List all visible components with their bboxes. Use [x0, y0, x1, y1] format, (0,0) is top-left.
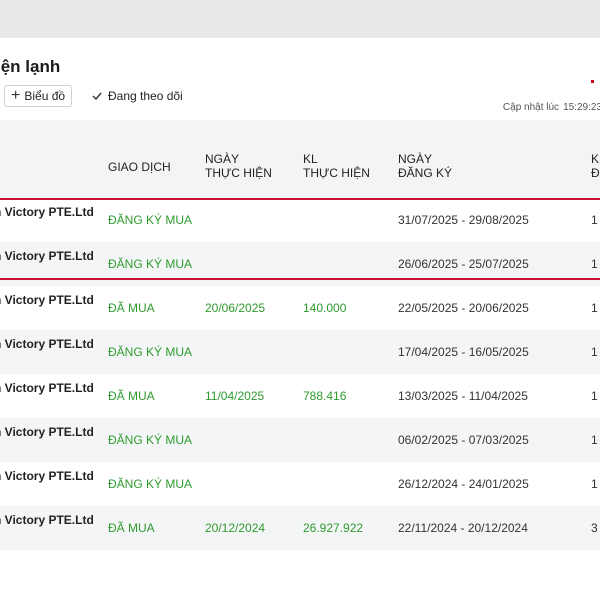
- registration-period: 26/12/2024 - 24/01/2025: [398, 477, 529, 491]
- transaction-type: ĐÃ MUA: [108, 521, 155, 535]
- shareholder-name: n Victory PTE.Ltd: [0, 469, 94, 483]
- transaction-type: ĐĂNG KÝ MUA: [108, 345, 193, 359]
- column-header-date[interactable]: NGÀY THỰC HIỆN: [205, 152, 272, 180]
- column-header-date-line2: THỰC HIỆN: [205, 166, 272, 180]
- column-header-qty-line1: KL: [303, 152, 318, 166]
- transaction-type: ĐĂNG KÝ MUA: [108, 213, 193, 227]
- column-header-last[interactable]: K Đ: [591, 152, 600, 180]
- following-label: Đang theo dõi: [108, 89, 183, 103]
- column-header-qty[interactable]: KL THỰC HIỆN: [303, 152, 370, 180]
- registration-period: 22/05/2025 - 20/06/2025: [398, 301, 529, 315]
- registration-period: 06/02/2025 - 07/03/2025: [398, 433, 529, 447]
- execution-date: 20/06/2025: [205, 301, 266, 315]
- execution-date: 11/04/2025: [205, 389, 265, 403]
- column-header-qty-line2: THỰC HIỆN: [303, 166, 370, 180]
- column-header-date-line1: NGÀY: [205, 152, 240, 166]
- executed-quantity: 788.416: [303, 389, 347, 403]
- truncated-cell: 1: [591, 345, 598, 359]
- truncated-cell: 1: [591, 389, 598, 403]
- check-icon: [92, 89, 102, 103]
- table-row[interactable]: n Victory PTE.Ltd ĐÃ MUA 20/12/2024 26.927.…: [0, 506, 600, 550]
- column-header-type[interactable]: GIAO DỊCH: [108, 160, 171, 174]
- shareholder-name: n Victory PTE.Ltd: [0, 425, 94, 439]
- column-header-last-line2: Đ: [591, 166, 600, 180]
- registration-period: 17/04/2025 - 16/05/2025: [398, 345, 529, 359]
- table-header: GIAO DỊCH NGÀY THỰC HIỆN KL THỰC HIỆN NG…: [0, 120, 600, 198]
- shareholder-name: n Victory PTE.Ltd: [0, 293, 94, 307]
- registration-period: 31/07/2025 - 29/08/2025: [398, 213, 529, 227]
- transaction-type: ĐÃ MUA: [108, 301, 155, 315]
- registration-period: 22/11/2024 - 20/12/2024: [398, 521, 528, 535]
- truncated-cell: 1: [591, 301, 598, 315]
- executed-quantity: 140.000: [303, 301, 347, 315]
- notification-dot: [591, 80, 594, 83]
- transaction-type: ĐĂNG KÝ MUA: [108, 477, 193, 491]
- truncated-cell: 1: [591, 213, 598, 227]
- column-header-registration[interactable]: NGÀY ĐĂNG KÝ: [398, 152, 452, 180]
- truncated-cell: 1: [591, 257, 598, 271]
- column-header-type-label: GIAO DỊCH: [108, 160, 171, 174]
- truncated-cell: 3: [591, 521, 598, 535]
- updated-time: 15:29:23: [563, 102, 600, 113]
- shareholder-name: n Victory PTE.Ltd: [0, 205, 94, 219]
- column-header-reg-line2: ĐĂNG KÝ: [398, 166, 453, 180]
- transaction-type: ĐÃ MUA: [108, 389, 155, 403]
- transaction-type: ĐĂNG KÝ MUA: [108, 257, 193, 271]
- shareholder-name: n Victory PTE.Ltd: [0, 337, 94, 351]
- column-header-reg-line1: NGÀY: [398, 152, 433, 166]
- executed-quantity: 26.927.922: [303, 521, 364, 535]
- execution-date: 20/12/2024: [205, 521, 266, 535]
- updated-label: Cập nhật lúc: [502, 102, 560, 113]
- shareholder-name: n Victory PTE.Ltd: [0, 513, 94, 527]
- transaction-type: ĐĂNG KÝ MUA: [108, 433, 193, 447]
- page-title: iện lạnh: [0, 57, 61, 76]
- plus-icon: +: [11, 87, 21, 104]
- updated-timestamp: Cập nhật lúc 15:29:23: [503, 102, 600, 113]
- add-chart-label: Biểu đồ: [24, 89, 66, 103]
- shareholder-name: n Victory PTE.Ltd: [0, 249, 94, 263]
- following-toggle[interactable]: Đang theo dõi: [92, 85, 183, 107]
- registration-period: 13/03/2025 - 11/04/2025: [398, 389, 528, 403]
- truncated-cell: 1: [591, 433, 598, 447]
- shareholder-name: n Victory PTE.Ltd: [0, 381, 94, 395]
- column-header-last-line1: K: [591, 152, 600, 166]
- registration-period: 26/06/2025 - 25/07/2025: [398, 257, 529, 271]
- add-chart-button[interactable]: + Biểu đồ: [4, 85, 73, 107]
- truncated-cell: 1: [591, 477, 598, 491]
